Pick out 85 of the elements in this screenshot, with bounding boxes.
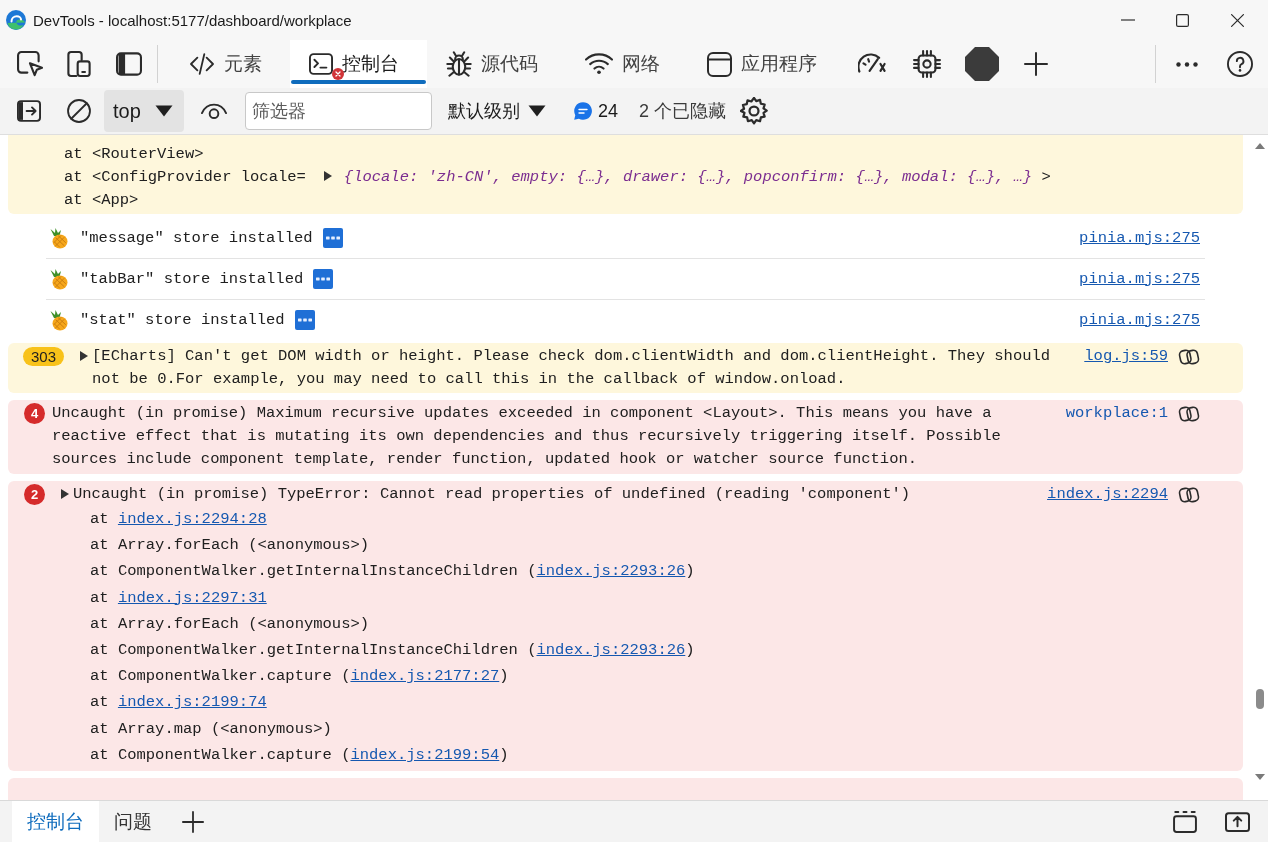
- gauge-icon[interactable]: [858, 52, 888, 76]
- error-count-badge: 2: [24, 484, 45, 505]
- drawer-tab[interactable]: 控制台: [12, 801, 99, 842]
- log-message-text: "message" store installed: [80, 227, 313, 249]
- caret-icon: [154, 105, 173, 117]
- window-title: DevTools - localhost:5177/dashboard/workplace: [33, 11, 352, 29]
- source-link[interactable]: index.js:2294:28: [117, 510, 267, 528]
- log-message-text: "stat" store installed: [80, 309, 285, 331]
- more-icon[interactable]: [1176, 61, 1198, 67]
- stack-frame-text: at Array.forEach (<anonymous>): [90, 613, 371, 635]
- warning-count-badge: 303: [23, 347, 65, 366]
- stack-frame-text: at index.js:2294:28: [90, 509, 268, 530]
- sidebar-icon[interactable]: [116, 52, 142, 76]
- panel-tab[interactable]: 应用程序: [688, 40, 845, 88]
- maximize-icon[interactable]: [1176, 13, 1189, 27]
- square-tile-icon: [294, 310, 315, 330]
- caret-icon: [528, 105, 546, 117]
- window-icon: [707, 51, 732, 77]
- source-link[interactable]: pinia.mjs:275: [1079, 226, 1200, 250]
- log-message-text: "tabBar" store installed: [80, 268, 304, 290]
- source-link[interactable]: pinia.mjs:275: [1079, 308, 1200, 332]
- source-link[interactable]: pinia.mjs:275: [1079, 267, 1200, 291]
- message-count-button[interactable]: 24: [574, 100, 619, 122]
- warning-message-text: [ECharts] Can't get DOM width or height. Please check dom.clientWidth and dom.clientHeight. They should not be 0.For example, you may need to call this in the callback of window.onload.: [92, 346, 1052, 390]
- stack-frame-text: at <RouterView>: [64, 144, 205, 165]
- panel-tab[interactable]: 源代码: [427, 40, 566, 88]
- source-link[interactable]: index.js:2177:27: [350, 667, 500, 686]
- expand-triangle-icon[interactable]: [61, 489, 69, 499]
- filter-input[interactable]: 筛选器: [245, 92, 432, 130]
- octagon-icon[interactable]: [965, 47, 999, 81]
- source-link[interactable]: workplace:1: [1065, 402, 1168, 425]
- code-icon: [189, 53, 215, 75]
- stack-frame-text: at <App>: [64, 190, 140, 211]
- source-link[interactable]: index.js:2294: [1047, 483, 1168, 506]
- square-tile-icon: [322, 228, 343, 248]
- stack-frame-text: at Array.map (<anonymous>): [90, 718, 333, 740]
- stack-frame-text: at ComponentWalker.capture (index.js:2199:54): [90, 744, 510, 766]
- phone-tablet-icon[interactable]: [66, 51, 92, 77]
- stack-frame-text: at index.js:2297:31: [90, 587, 268, 609]
- source-link[interactable]: index.js:2297:31: [117, 588, 267, 607]
- stack-frame-text: at ComponentWalker.getInternalInstanceChildren (index.js:2293:26): [90, 640, 696, 661]
- stack-frame-text: at ComponentWalker.getInternalInstanceChildren (index.js:2293:26): [90, 561, 696, 583]
- dashed-window-icon[interactable]: [1172, 810, 1198, 833]
- terminal-icon: [309, 53, 333, 75]
- object-preview[interactable]: {locale: 'zh-CN', empty: {…}, drawer: {…}, popconfirm: {…}, modal: {…}, …}: [343, 168, 1033, 186]
- error-message-text: Uncaught (in promise) TypeError: Cannot read properties of undefined (reading 'component'): [73, 484, 912, 505]
- bug-icon: [446, 51, 472, 77]
- eye-icon[interactable]: [201, 102, 227, 120]
- chip-icon[interactable]: [913, 50, 941, 78]
- source-link[interactable]: index.js:2199:74: [117, 693, 267, 712]
- minimize-icon[interactable]: [1120, 19, 1135, 21]
- source-link[interactable]: index.js:2293:26: [536, 641, 686, 659]
- error-message-text: Uncaught (in promise) Maximum recursive updates exceeded in component <Layout>. This means you have a reactive effect that is mutating its own dependencies and thus recursively triggering itself. Possible sources include component template, render function, updated hook or watcher source function.: [52, 403, 1002, 470]
- levels-dropdown[interactable]: 默认级别: [448, 99, 546, 123]
- hidden-count-text: 2 个已隐藏: [639, 100, 727, 123]
- close-icon[interactable]: [1231, 13, 1244, 27]
- stack-frame-text: at <ConfigProvider locale= {locale: 'zh-CN', empty: {…}, drawer: {…}, popconfirm: {…}, modal: {…}, …} >: [64, 167, 1052, 188]
- square-tile-icon: [313, 269, 334, 289]
- expand-triangle-icon[interactable]: [323, 171, 332, 181]
- stack-frame-text: at ComponentWalker.capture (index.js:2177:27): [90, 666, 510, 688]
- swirl-logo-icon: [6, 10, 26, 30]
- expand-triangle-icon[interactable]: [80, 351, 89, 361]
- stack-frame-text: at index.js:2199:74: [90, 692, 268, 714]
- chat-bubble-icon: [574, 102, 592, 120]
- scrollbar-thumb[interactable]: [1256, 689, 1264, 709]
- source-link[interactable]: index.js:2293:26: [536, 562, 686, 581]
- cursor-box-icon[interactable]: [17, 51, 43, 77]
- down-arrow-icon[interactable]: [1255, 774, 1265, 780]
- source-link[interactable]: log.js:59: [1084, 345, 1168, 368]
- settings-icon[interactable]: [740, 97, 769, 125]
- source-link[interactable]: index.js:2199:54: [350, 745, 500, 764]
- up-arrow-icon[interactable]: [1255, 143, 1265, 149]
- panel-tab[interactable]: 元素: [170, 40, 290, 88]
- context-dropdown[interactable]: top: [104, 90, 184, 132]
- wifi-icon: [585, 53, 613, 75]
- box-arrow-up-icon[interactable]: [1225, 810, 1250, 833]
- circle-slash-icon[interactable]: [67, 99, 91, 123]
- panel-tab[interactable]: 控制台: [290, 40, 427, 88]
- drawer-tab[interactable]: 问题: [99, 801, 167, 842]
- plus-icon[interactable]: [182, 810, 204, 833]
- help-icon[interactable]: [1227, 51, 1253, 77]
- panel-tab[interactable]: 网络: [566, 40, 688, 88]
- stack-frame-text: at Array.forEach (<anonymous>): [90, 535, 371, 557]
- plus-icon[interactable]: [1024, 52, 1048, 76]
- error-count-badge: 4: [24, 403, 45, 424]
